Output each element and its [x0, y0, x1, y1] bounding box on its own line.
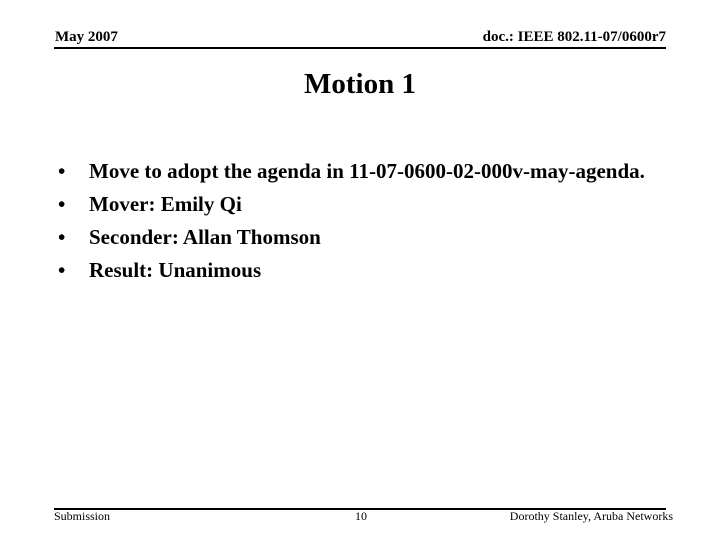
bullet-icon: • — [58, 192, 66, 216]
header-date: May 2007 — [55, 29, 118, 45]
bullet-list: • Move to adopt the agenda in 11-07-0600… — [58, 160, 678, 292]
bullet-item: • Move to adopt the agenda in 11-07-0600… — [58, 160, 678, 183]
bullet-text: Mover: Emily Qi — [89, 192, 242, 216]
bullet-icon: • — [58, 225, 66, 249]
bullet-text: Result: Unanimous — [89, 258, 262, 282]
bullet-text: Move to adopt the agenda in 11-07-0600-0… — [89, 159, 645, 183]
bullet-icon: • — [58, 258, 66, 282]
footer-author: Dorothy Stanley, Aruba Networks — [509, 509, 673, 523]
slide-title: Motion 1 — [304, 68, 416, 100]
bullet-text: Seconder: Allan Thomson — [89, 225, 321, 249]
footer-page-number: 10 — [355, 509, 367, 523]
bullet-item: • Result: Unanimous — [58, 259, 678, 282]
header-divider — [54, 47, 666, 49]
bullet-item: • Mover: Emily Qi — [58, 193, 678, 216]
bullet-icon: • — [58, 159, 66, 183]
footer-submission: Submission — [54, 509, 111, 523]
header-doc-id: doc.: IEEE 802.11-07/0600r7 — [482, 29, 666, 45]
bullet-item: • Seconder: Allan Thomson — [58, 226, 678, 249]
